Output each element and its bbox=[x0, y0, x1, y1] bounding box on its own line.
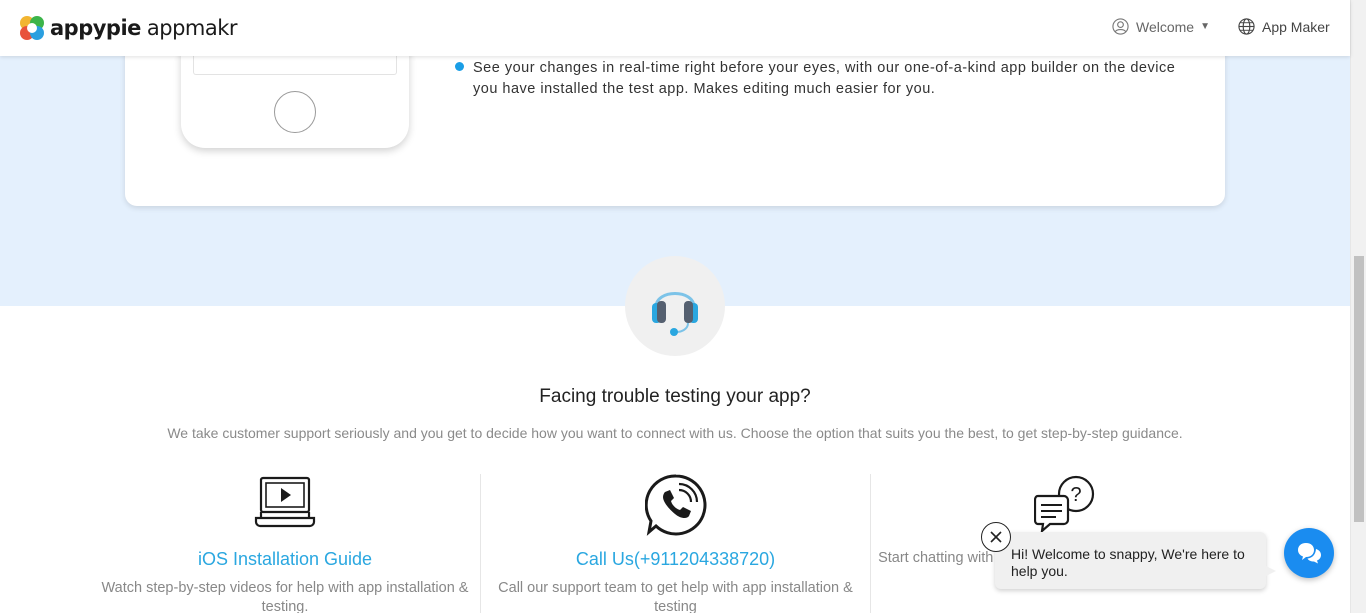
globe-icon bbox=[1238, 18, 1255, 35]
welcome-dropdown[interactable]: Welcome ▼ bbox=[1112, 18, 1210, 35]
guide-description: Watch step-by-step videos for help with … bbox=[101, 580, 469, 613]
phone-home-button bbox=[274, 91, 316, 133]
chat-close-button[interactable] bbox=[981, 522, 1011, 552]
call-description: Call our support team to get help with a… bbox=[498, 580, 853, 613]
scrollbar-thumb[interactable] bbox=[1354, 256, 1364, 522]
welcome-label: Welcome bbox=[1136, 18, 1195, 35]
support-title: Facing trouble testing your app? bbox=[539, 386, 811, 407]
chevron-down-icon: ▼ bbox=[1200, 21, 1210, 32]
chat-question-icon[interactable]: ? bbox=[1033, 474, 1098, 534]
brand-name: appypie appmakr bbox=[50, 16, 238, 40]
svg-text:?: ? bbox=[1070, 484, 1081, 506]
support-subtitle: We take customer support seriously and y… bbox=[167, 425, 1183, 441]
guide-link[interactable]: iOS Installation Guide bbox=[90, 549, 480, 570]
video-laptop-icon[interactable] bbox=[254, 474, 316, 530]
support-option-call: Call Us(+911204338720) Call our support … bbox=[480, 474, 870, 613]
app-maker-label: App Maker bbox=[1262, 18, 1330, 35]
page-scrollbar[interactable] bbox=[1350, 0, 1366, 613]
user-circle-icon bbox=[1112, 18, 1129, 35]
app-maker-link[interactable]: App Maker bbox=[1238, 18, 1330, 35]
call-us-link[interactable]: Call Us(+911204338720) bbox=[481, 549, 870, 570]
support-option-guide: iOS Installation Guide Watch step-by-ste… bbox=[90, 474, 480, 613]
phone-call-icon[interactable] bbox=[644, 474, 707, 536]
bullet-dot-icon bbox=[455, 62, 464, 71]
headset-icon bbox=[652, 292, 698, 336]
chat-launcher-button[interactable] bbox=[1284, 528, 1334, 578]
top-navbar: appypie appmakr Welcome ▼ App Maker bbox=[0, 0, 1350, 56]
close-icon bbox=[990, 531, 1002, 543]
chat-welcome-text: Hi! Welcome to snappy, We're here to hel… bbox=[1011, 546, 1245, 579]
feature-bullet-text: See your changes in real-time right befo… bbox=[473, 60, 1176, 97]
chat-bubbles-icon bbox=[1298, 543, 1321, 564]
feature-bullet: See your changes in real-time right befo… bbox=[455, 58, 1195, 100]
appypie-logo-icon bbox=[20, 16, 44, 40]
support-badge bbox=[625, 256, 725, 356]
chat-welcome-bubble[interactable]: Hi! Welcome to snappy, We're here to hel… bbox=[995, 532, 1276, 589]
brand-logo[interactable]: appypie appmakr bbox=[18, 14, 238, 42]
